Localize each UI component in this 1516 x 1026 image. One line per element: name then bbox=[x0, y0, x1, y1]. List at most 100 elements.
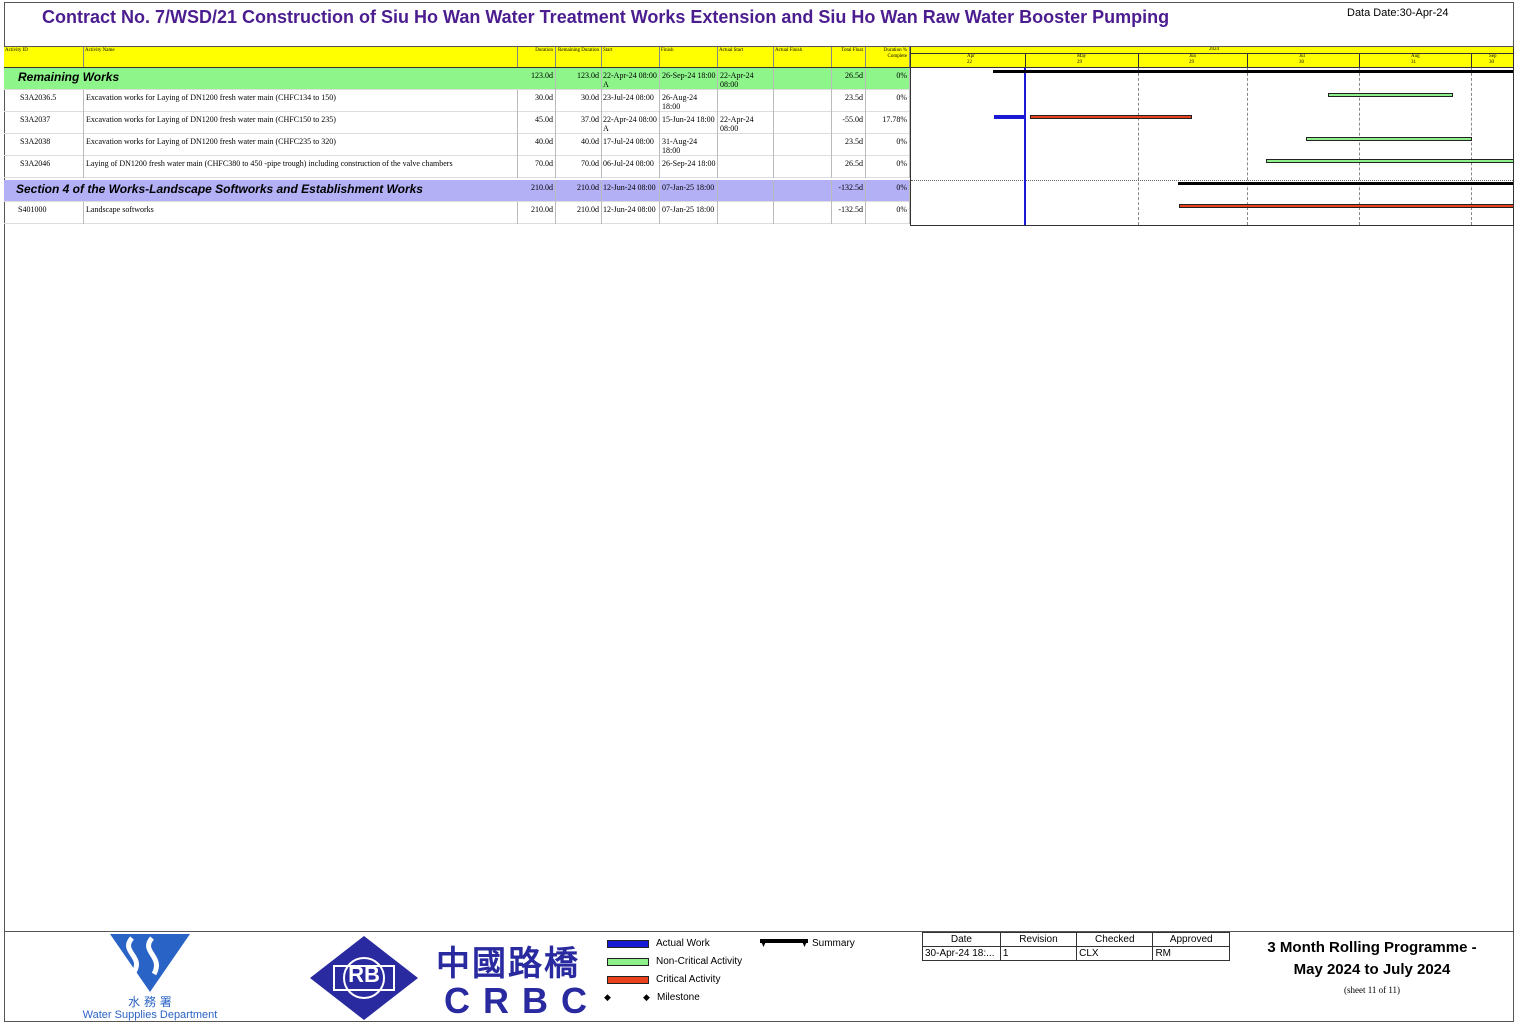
remaining-cell: 123.0d bbox=[556, 68, 602, 90]
legend-actual-label: Actual Work bbox=[656, 938, 710, 949]
finish-cell: 15-Jun-24 18:00 bbox=[660, 112, 718, 134]
table-row[interactable]: S3A2037 Excavation works for Laying of D… bbox=[4, 112, 910, 134]
timescale-month: Apr bbox=[967, 54, 975, 59]
table-row[interactable]: S3A2046 Laying of DN1200 fresh water mai… bbox=[4, 156, 910, 178]
float-cell: -132.5d bbox=[832, 180, 866, 202]
grid-line bbox=[1138, 68, 1139, 225]
duration-cell: 30.0d bbox=[518, 90, 556, 112]
legend-non-critical-swatch bbox=[607, 958, 649, 966]
grid-line bbox=[1359, 68, 1360, 225]
legend-milestone-label: Milestone bbox=[657, 992, 700, 1003]
activity-name: Excavation works for Laying of DN1200 fr… bbox=[84, 90, 518, 112]
summary-bar-remaining-works[interactable] bbox=[993, 70, 1513, 73]
timescale-week: 30 bbox=[1299, 60, 1304, 65]
milestone-diamond-icon: ◆ bbox=[643, 992, 650, 1002]
rev-approved: RM bbox=[1152, 946, 1230, 961]
table-row[interactable]: S3A2038 Excavation works for Laying of D… bbox=[4, 134, 910, 156]
activity-id: S401000 bbox=[18, 202, 84, 224]
group-row-remaining-works[interactable]: Remaining Works 123.0d 123.0d 22-Apr-24 … bbox=[4, 68, 910, 90]
rev-header-date: Date bbox=[922, 932, 1001, 947]
finish-cell: 26-Sep-24 18:00 bbox=[660, 68, 718, 90]
col-actual-finish[interactable]: Actual Finish bbox=[774, 47, 832, 67]
data-date: Data Date:30-Apr-24 bbox=[1347, 7, 1449, 19]
float-cell: 23.5d bbox=[832, 90, 866, 112]
grid-line bbox=[1471, 68, 1472, 225]
programme-line-1: 3 Month Rolling Programme - bbox=[1267, 939, 1477, 956]
remaining-cell: 70.0d bbox=[556, 156, 602, 178]
timescale-week: 29 bbox=[1189, 60, 1194, 65]
duration-cell: 123.0d bbox=[518, 68, 556, 90]
pct-cell: 0% bbox=[866, 156, 910, 178]
pct-cell: 0% bbox=[866, 68, 910, 90]
start-cell: 22-Apr-24 08:00 A bbox=[602, 112, 660, 134]
remaining-cell: 30.0d bbox=[556, 90, 602, 112]
programme-line-2: May 2024 to July 2024 bbox=[1293, 961, 1451, 978]
gantt-chart[interactable]: 2024 Apr May Jun Jul Aug Sep 22 29 29 30… bbox=[910, 47, 1514, 226]
wsd-chinese-name: 水 務 署 bbox=[128, 995, 172, 1009]
rev-header-revision: Revision bbox=[999, 932, 1078, 947]
col-remaining-duration[interactable]: Remaining Duration bbox=[556, 47, 602, 67]
activity-name: Laying of DN1200 fresh water main (CHFC3… bbox=[84, 156, 518, 178]
bar-non-critical[interactable] bbox=[1266, 159, 1513, 163]
legend-actual-swatch bbox=[607, 940, 649, 948]
finish-cell: 26-Aug-24 18:00 bbox=[660, 90, 718, 112]
col-finish[interactable]: Finish bbox=[660, 47, 718, 67]
actual-start-cell bbox=[718, 90, 774, 112]
rev-date: 30-Apr-24 18:... bbox=[922, 946, 1001, 961]
pct-cell: 17.78% bbox=[866, 112, 910, 134]
col-start[interactable]: Start bbox=[602, 47, 660, 67]
start-cell: 22-Apr-24 08:00 A bbox=[602, 68, 660, 90]
actual-finish-cell bbox=[774, 156, 832, 178]
bar-non-critical[interactable] bbox=[1328, 93, 1453, 97]
group-row-section-4[interactable]: Section 4 of the Works-Landscape Softwor… bbox=[4, 180, 910, 202]
summary-bar-section-4[interactable] bbox=[1178, 182, 1513, 185]
col-actual-start[interactable]: Actual Start bbox=[718, 47, 774, 67]
programme-title: 3 Month Rolling Programme - May 2024 to … bbox=[1240, 937, 1504, 981]
rev-checked: CLX bbox=[1076, 946, 1154, 961]
duration-cell: 210.0d bbox=[518, 202, 556, 224]
rev-revision: 1 bbox=[999, 946, 1078, 961]
table-row[interactable]: S401000 Landscape softworks 210.0d 210.0… bbox=[4, 202, 910, 224]
pct-cell: 0% bbox=[866, 202, 910, 224]
bar-critical[interactable] bbox=[1179, 204, 1513, 208]
actual-start-cell: 22-Apr-24 08:00 bbox=[718, 112, 774, 134]
activity-id: S3A2046 bbox=[20, 156, 84, 178]
actual-finish-cell bbox=[774, 68, 832, 90]
col-total-float[interactable]: Total Float bbox=[832, 47, 866, 67]
crbc-name: CRBC bbox=[444, 980, 600, 1021]
finish-cell: 31-Aug-24 18:00 bbox=[660, 134, 718, 156]
timescale-month: Jul bbox=[1299, 54, 1305, 59]
grid-line bbox=[1247, 68, 1248, 225]
pct-cell: 0% bbox=[866, 134, 910, 156]
col-activity-name[interactable]: Activity Name bbox=[84, 47, 518, 67]
actual-start-cell bbox=[718, 134, 774, 156]
legend-summary-label: Summary bbox=[812, 938, 855, 949]
summary-bar-icon bbox=[760, 939, 808, 947]
table-header: Activity ID Activity Name Duration Remai… bbox=[4, 47, 910, 68]
actual-start-cell bbox=[718, 202, 774, 224]
actual-start-cell bbox=[718, 180, 774, 202]
pct-cell: 0% bbox=[866, 90, 910, 112]
start-cell: 12-Jun-24 08:00 bbox=[602, 180, 660, 202]
start-cell: 23-Jul-24 08:00 bbox=[602, 90, 660, 112]
col-pct-complete[interactable]: Duration % Complete bbox=[866, 47, 910, 67]
duration-cell: 45.0d bbox=[518, 112, 556, 134]
legend-critical-label: Critical Activity bbox=[656, 974, 721, 985]
col-duration[interactable]: Duration bbox=[518, 47, 556, 67]
bar-critical[interactable] bbox=[1030, 115, 1192, 119]
bar-actual-work[interactable] bbox=[994, 115, 1025, 119]
page-title: Contract No. 7/WSD/21 Construction of Si… bbox=[42, 7, 1170, 27]
footer-divider bbox=[4, 931, 1514, 932]
bar-non-critical[interactable] bbox=[1306, 137, 1472, 141]
duration-cell: 210.0d bbox=[518, 180, 556, 202]
sheet-number: (sheet 11 of 11) bbox=[1343, 985, 1401, 995]
actual-finish-cell bbox=[774, 112, 832, 134]
group-divider bbox=[911, 180, 1513, 181]
float-cell: -55.0d bbox=[832, 112, 866, 134]
col-activity-id[interactable]: Activity ID bbox=[4, 47, 84, 67]
table-row[interactable]: S3A2036.5 Excavation works for Laying of… bbox=[4, 90, 910, 112]
remaining-cell: 210.0d bbox=[556, 180, 602, 202]
timescale-header: 2024 Apr May Jun Jul Aug Sep 22 29 29 30… bbox=[911, 47, 1513, 68]
actual-finish-cell bbox=[774, 90, 832, 112]
float-cell: 26.5d bbox=[832, 68, 866, 90]
